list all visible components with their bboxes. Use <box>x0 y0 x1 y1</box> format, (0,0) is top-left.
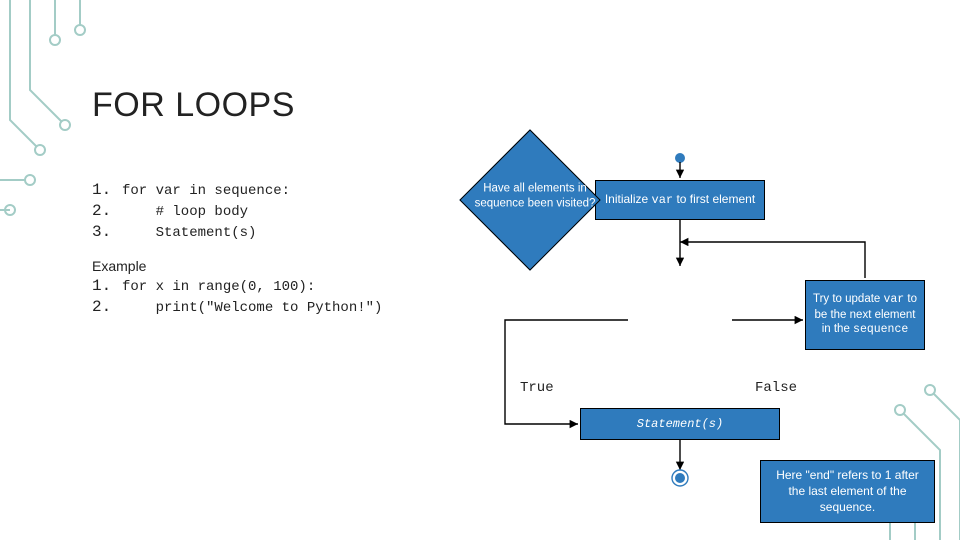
lineno: 2. <box>92 201 122 221</box>
flow-init-node: Initialize var to first element <box>595 180 765 220</box>
code-text: Statement(s) <box>122 225 256 241</box>
example-line: 1.for x in range(0, 100): <box>92 276 382 297</box>
example-line: 2. print("Welcome to Python!") <box>92 297 382 318</box>
flowchart: Initialize var to first element Have all… <box>480 150 940 510</box>
text: Try to update <box>813 293 884 305</box>
syntax-line: 1.for var in sequence: <box>92 180 290 201</box>
code-text: sequence <box>853 323 908 336</box>
lineno: 1. <box>92 180 122 200</box>
syntax-line: 3. Statement(s) <box>92 222 290 243</box>
flow-update-node: Try to update var to be the next element… <box>805 280 925 350</box>
text: been visited? <box>524 197 595 209</box>
example-block: 1.for x in range(0, 100): 2. print("Welc… <box>92 276 382 318</box>
code-text: print("Welcome to Python!") <box>122 300 382 316</box>
text: Have all elements in <box>483 182 587 194</box>
code-text: var <box>884 293 905 306</box>
page-title: FOR LOOPS <box>92 86 295 125</box>
syntax-line: 2. # loop body <box>92 201 290 222</box>
code-text: # loop body <box>122 204 248 220</box>
code-text: Statement(s) <box>637 417 723 432</box>
syntax-block: 1.for var in sequence: 2. # loop body 3.… <box>92 180 290 243</box>
lineno: 1. <box>92 276 122 296</box>
lineno: 2. <box>92 297 122 317</box>
flow-statement-node: Statement(s) <box>580 408 780 440</box>
code-text: for var in sequence: <box>122 183 290 199</box>
flow-note: Here "end" refers to 1 after the last el… <box>760 460 935 523</box>
code-text: var <box>652 193 674 207</box>
edge-label-true: True <box>520 380 554 396</box>
example-label: Example <box>92 258 146 274</box>
code-text: for x in range(0, 100): <box>122 279 315 295</box>
code-text: sequence <box>475 197 525 209</box>
text: to first element <box>673 192 755 206</box>
edge-label-false: False <box>755 380 797 396</box>
text: Initialize <box>605 192 652 206</box>
lineno: 3. <box>92 222 122 242</box>
